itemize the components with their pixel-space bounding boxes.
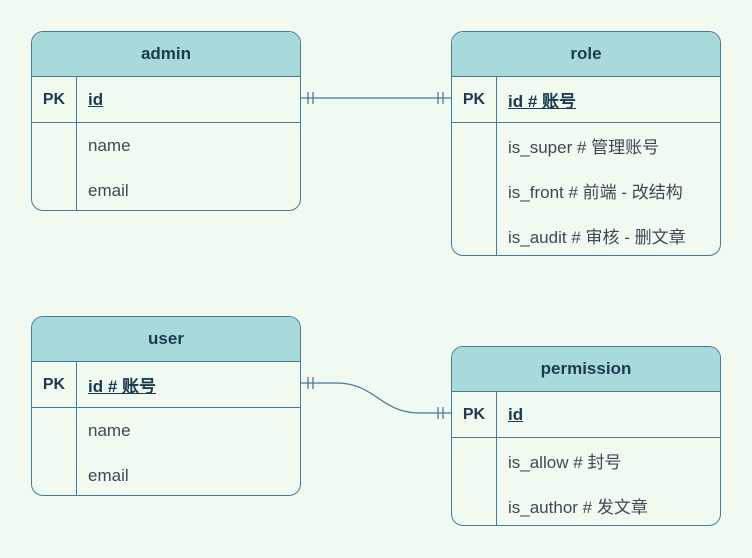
attribute-email: email (88, 180, 129, 200)
relationship-user-permission[interactable] (301, 377, 451, 419)
entity-body: PK id # 账号 is_super # 管理账号 is_front # 前端… (452, 77, 720, 255)
attribute-list: is_super # 管理账号 is_front # 前端 - 改结构 is_a… (452, 123, 720, 255)
entity-body: PK id is_allow # 封号 is_author # 发文章 (452, 392, 720, 525)
relationship-admin-role[interactable] (301, 92, 451, 104)
attribute-is-author: is_author # 发文章 (508, 498, 648, 517)
pk-field: id # 账号 (88, 377, 157, 396)
pk-row: PK id (32, 77, 300, 123)
attribute-name: name (88, 135, 131, 155)
attribute-is-front: is_front # 前端 - 改结构 (508, 183, 683, 202)
pk-field: id # 账号 (508, 92, 577, 111)
attribute-is-allow: is_allow # 封号 (508, 453, 622, 472)
pk-field: id (88, 89, 104, 109)
entity-title: user (32, 317, 300, 362)
attribute-is-super: is_super # 管理账号 (508, 138, 660, 157)
attribute-is-audit: is_audit # 审核 - 删文章 (508, 228, 686, 247)
entity-body: PK id name email (32, 77, 300, 210)
pk-label: PK (42, 90, 66, 108)
entity-title: permission (452, 347, 720, 392)
attribute-list: name email (32, 408, 300, 495)
entity-title: admin (32, 32, 300, 77)
attribute-list: is_allow # 封号 is_author # 发文章 (452, 438, 720, 525)
entity-user[interactable]: user PK id # 账号 name email (31, 316, 301, 496)
attribute-list: name email (32, 123, 300, 210)
pk-row: PK id (452, 392, 720, 438)
entity-body: PK id # 账号 name email (32, 362, 300, 495)
pk-label: PK (462, 90, 486, 108)
pk-field: id (508, 404, 524, 424)
pk-label: PK (462, 405, 486, 423)
attribute-email: email (88, 465, 129, 485)
entity-admin[interactable]: admin PK id name email (31, 31, 301, 211)
pk-label: PK (42, 375, 66, 393)
entity-title: role (452, 32, 720, 77)
pk-row: PK id # 账号 (452, 77, 720, 123)
entity-permission[interactable]: permission PK id is_allow # 封号 is_author… (451, 346, 721, 526)
pk-row: PK id # 账号 (32, 362, 300, 408)
attribute-name: name (88, 420, 131, 440)
entity-role[interactable]: role PK id # 账号 is_super # 管理账号 is_front… (451, 31, 721, 256)
connector-line (301, 382, 451, 414)
